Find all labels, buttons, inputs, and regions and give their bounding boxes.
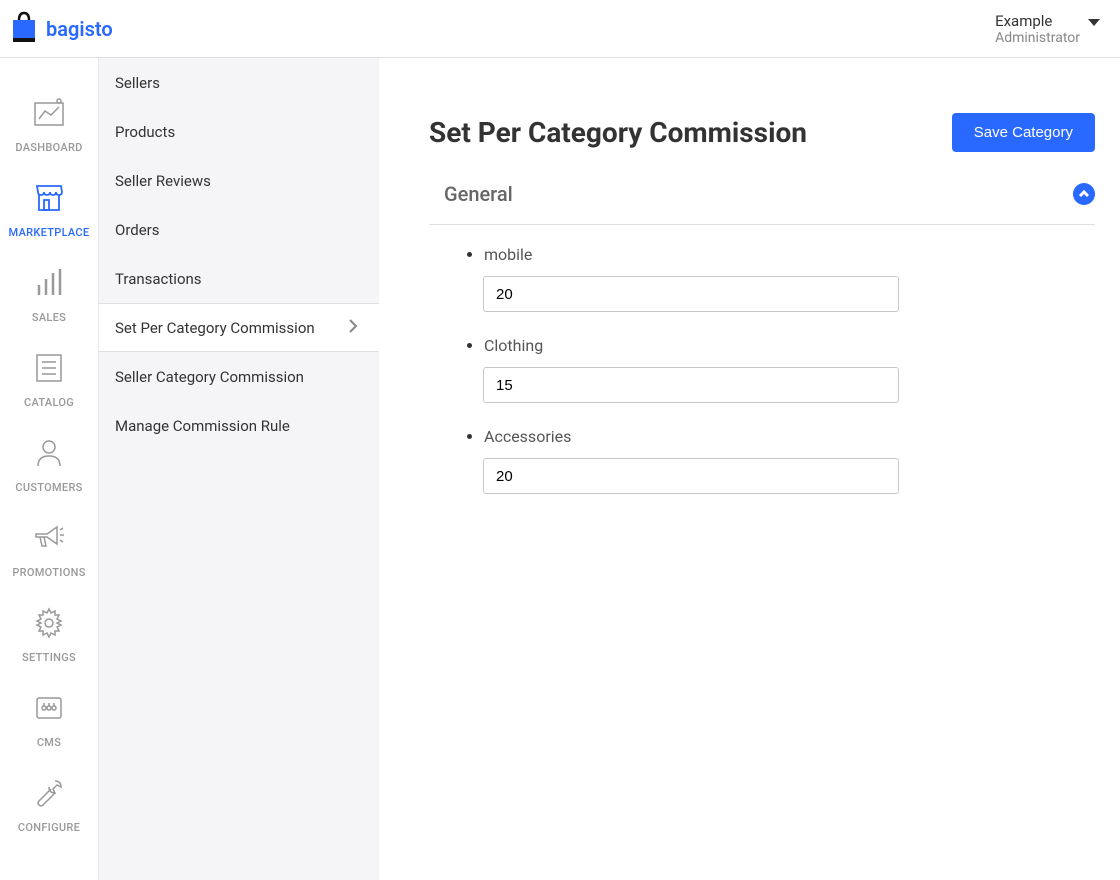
secnav-label: Seller Category Commission <box>115 368 304 386</box>
commission-input-accessories[interactable] <box>483 458 899 494</box>
sidebar-item-promotions[interactable]: PROMOTIONS <box>0 508 98 593</box>
sidebar-item-dashboard[interactable]: DASHBOARD <box>0 83 98 168</box>
customers-icon <box>33 437 65 473</box>
configure-icon <box>33 777 65 813</box>
main-content: Set Per Category Commission Save Categor… <box>379 58 1120 880</box>
field-accessories: Accessories <box>484 427 1095 494</box>
user-name: Example <box>995 12 1080 30</box>
sidebar-item-configure[interactable]: CONFIGURE <box>0 763 98 848</box>
secnav-orders[interactable]: Orders <box>99 205 379 254</box>
sidebar-item-customers[interactable]: CUSTOMERS <box>0 423 98 508</box>
chevron-up-icon <box>1078 185 1090 204</box>
sidebar-item-label: CATALOG <box>24 396 74 409</box>
page-header: Set Per Category Commission Save Categor… <box>429 113 1095 152</box>
secnav-label: Products <box>115 123 175 141</box>
catalog-icon <box>33 352 65 388</box>
secnav-label: Seller Reviews <box>115 172 211 190</box>
secnav-label: Transactions <box>115 270 202 288</box>
collapse-button[interactable] <box>1073 183 1095 205</box>
user-menu[interactable]: Example Administrator <box>995 12 1100 46</box>
secondary-sidebar: Sellers Products Seller Reviews Orders T… <box>99 58 379 880</box>
sidebar-item-catalog[interactable]: CATALOG <box>0 338 98 423</box>
secnav-manage-commission-rule[interactable]: Manage Commission Rule <box>99 401 379 450</box>
commission-fields: mobile Clothing Accessories <box>429 225 1095 494</box>
sidebar-item-label: MARKETPLACE <box>9 226 90 239</box>
field-mobile: mobile <box>484 245 1095 312</box>
secnav-seller-category-commission[interactable]: Seller Category Commission <box>99 352 379 401</box>
commission-input-clothing[interactable] <box>483 367 899 403</box>
sidebar-item-settings[interactable]: SETTINGS <box>0 593 98 678</box>
secnav-set-per-category-commission[interactable]: Set Per Category Commission <box>99 303 379 352</box>
sidebar-item-label: SETTINGS <box>22 651 76 664</box>
brand-logo[interactable]: bagisto <box>10 10 113 48</box>
user-info: Example Administrator <box>995 12 1080 46</box>
sidebar-item-label: DASHBOARD <box>15 141 82 154</box>
secnav-label: Set Per Category Commission <box>115 319 315 337</box>
sidebar-item-cms[interactable]: CMS <box>0 678 98 763</box>
field-label: mobile <box>484 245 1095 264</box>
secnav-products[interactable]: Products <box>99 107 379 156</box>
page-title: Set Per Category Commission <box>429 116 807 149</box>
user-role: Administrator <box>995 30 1080 46</box>
sidebar-item-label: CMS <box>37 736 61 749</box>
field-label: Clothing <box>484 336 1095 355</box>
sidebar-item-sales[interactable]: SALES <box>0 253 98 338</box>
field-clothing: Clothing <box>484 336 1095 403</box>
marketplace-icon <box>33 182 65 218</box>
sidebar-item-label: CONFIGURE <box>18 821 80 834</box>
settings-icon <box>33 607 65 643</box>
bag-icon <box>10 10 38 48</box>
promotions-icon <box>33 522 65 558</box>
sidebar-item-label: CUSTOMERS <box>15 481 82 494</box>
commission-input-mobile[interactable] <box>483 276 899 312</box>
brand-text: bagisto <box>46 17 113 41</box>
section-title: General <box>444 182 513 206</box>
field-label: Accessories <box>484 427 1095 446</box>
save-category-button[interactable]: Save Category <box>952 113 1095 152</box>
cms-icon <box>33 692 65 728</box>
secnav-label: Orders <box>115 221 160 239</box>
header: bagisto Example Administrator <box>0 0 1120 58</box>
chevron-right-icon <box>343 316 363 340</box>
secnav-sellers[interactable]: Sellers <box>99 58 379 107</box>
primary-sidebar: DASHBOARD MARKETPLACE <box>0 58 99 880</box>
secnav-label: Sellers <box>115 74 160 92</box>
sidebar-item-marketplace[interactable]: MARKETPLACE <box>0 168 98 253</box>
section-header: General <box>429 182 1095 225</box>
secnav-seller-reviews[interactable]: Seller Reviews <box>99 156 379 205</box>
sales-icon <box>33 267 65 303</box>
caret-down-icon <box>1088 19 1100 26</box>
secnav-transactions[interactable]: Transactions <box>99 254 379 303</box>
sidebar-item-label: PROMOTIONS <box>12 566 85 579</box>
sidebar-item-label: SALES <box>32 311 66 324</box>
secnav-label: Manage Commission Rule <box>115 417 290 435</box>
dashboard-icon <box>33 97 65 133</box>
